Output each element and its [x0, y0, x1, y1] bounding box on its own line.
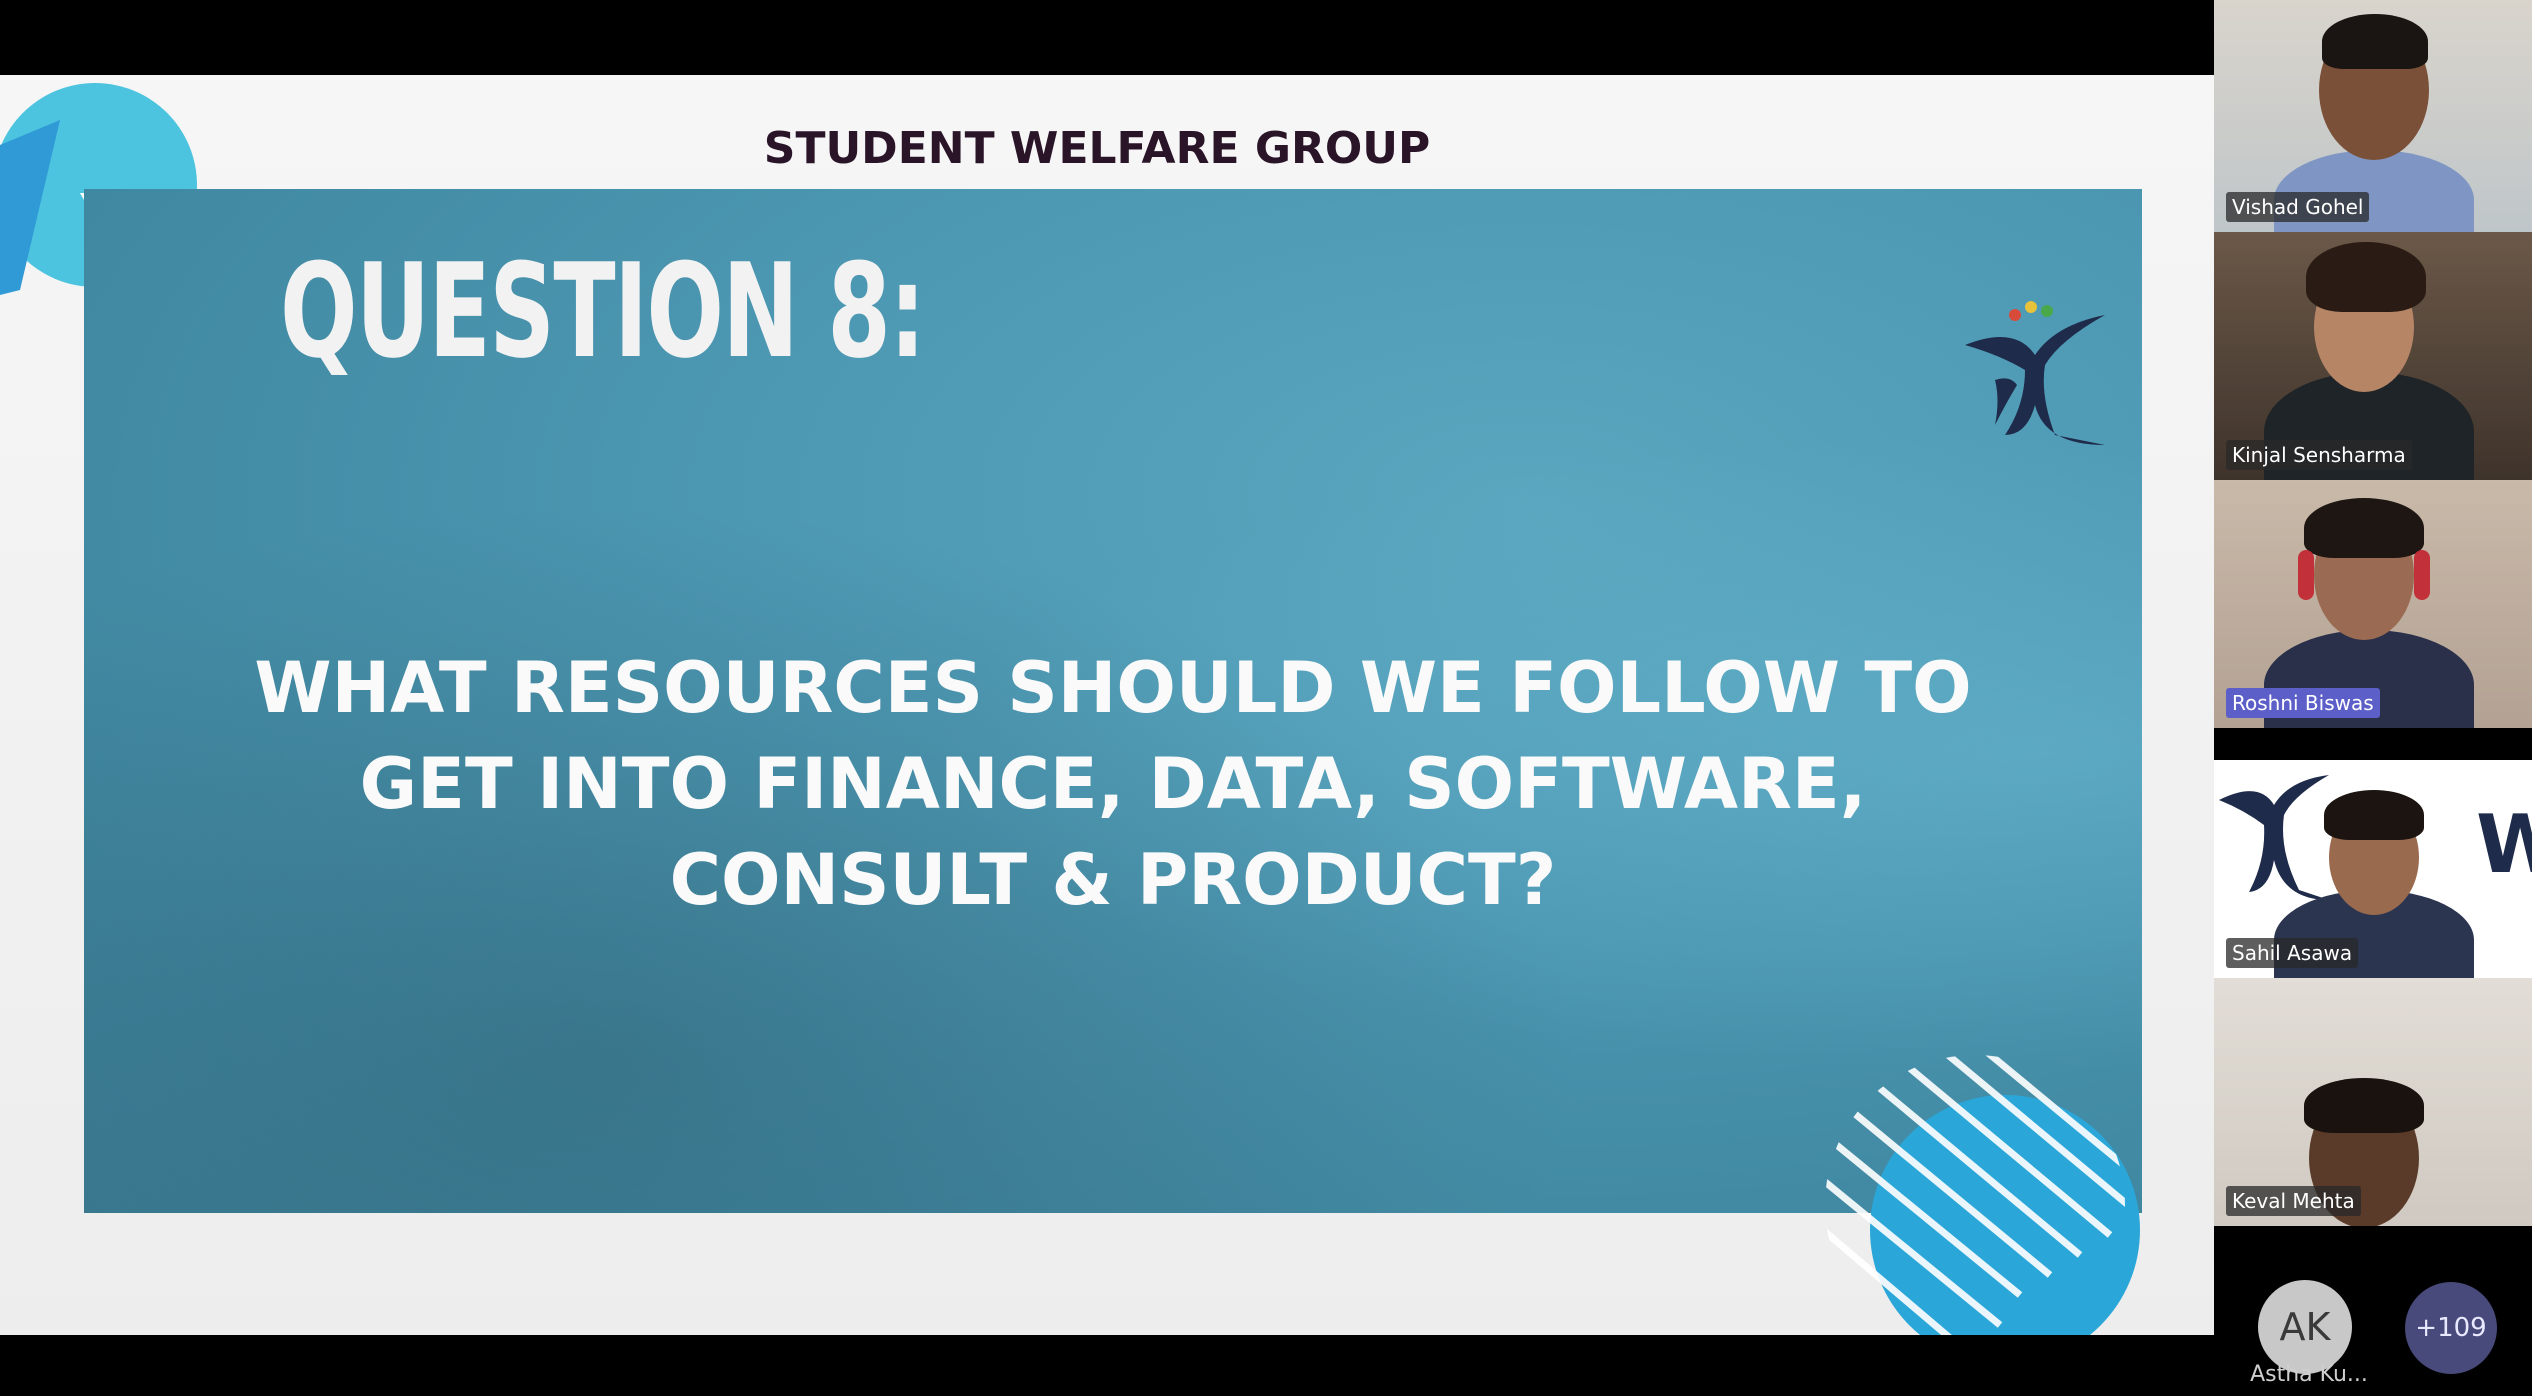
- question-line: WHAT RESOURCES SHOULD WE FOLLOW TO: [254, 647, 1972, 729]
- more-participants-button[interactable]: +109: [2405, 1282, 2497, 1374]
- question-line: CONSULT & PRODUCT?: [669, 839, 1557, 921]
- slide-header: STUDENT WELFARE GROUP: [763, 123, 1431, 174]
- participant-hair: [2304, 498, 2424, 558]
- participant-name: Sahil Asawa: [2226, 938, 2359, 968]
- participant-name: Keval Mehta: [2226, 1186, 2361, 1216]
- headphones-icon: [2414, 550, 2430, 600]
- participant-hair: [2324, 790, 2424, 840]
- striped-circle-icon: [1825, 1055, 2140, 1335]
- question-title: QUESTION 8:: [280, 235, 926, 387]
- participants-sidebar: Vishad Gohel Kinjal Sensharma Roshni Bis…: [2214, 0, 2532, 1396]
- participant-name: Kinjal Sensharma: [2226, 440, 2412, 470]
- background-text: WC: [2476, 798, 2532, 891]
- question-text: WHAT RESOURCES SHOULD WE FOLLOW TO GET I…: [84, 640, 2142, 928]
- participant-name: Roshni Biswas: [2226, 688, 2380, 718]
- participant-tile[interactable]: Vishad Gohel: [2214, 0, 2532, 232]
- participant-hair: [2304, 1078, 2424, 1133]
- swg-logo-icon: [1965, 301, 2105, 445]
- participant-tile[interactable]: WC Sahil Asawa: [2214, 760, 2532, 978]
- participant-avatar-name: Astha Ku...: [2250, 1362, 2368, 1387]
- participant-tile[interactable]: Roshni Biswas: [2214, 480, 2532, 728]
- participant-tile[interactable]: Kinjal Sensharma: [2214, 232, 2532, 480]
- screen-bottom-bar: [0, 1335, 2214, 1396]
- shared-screen: STUDENT WELFARE GROUP QUESTION 8: WHAT R…: [0, 0, 2214, 1396]
- participant-tile[interactable]: Keval Mehta: [2214, 978, 2532, 1226]
- question-line: GET INTO FINANCE, DATA, SOFTWARE,: [359, 743, 1867, 825]
- swg-logo-icon: [2219, 775, 2329, 900]
- participant-hair: [2306, 242, 2426, 312]
- presentation-slide: STUDENT WELFARE GROUP QUESTION 8: WHAT R…: [0, 75, 2214, 1335]
- headphones-icon: [2298, 550, 2314, 600]
- participant-hair: [2322, 14, 2428, 69]
- participant-name: Vishad Gohel: [2226, 192, 2370, 222]
- participant-avatar[interactable]: AK: [2258, 1280, 2352, 1374]
